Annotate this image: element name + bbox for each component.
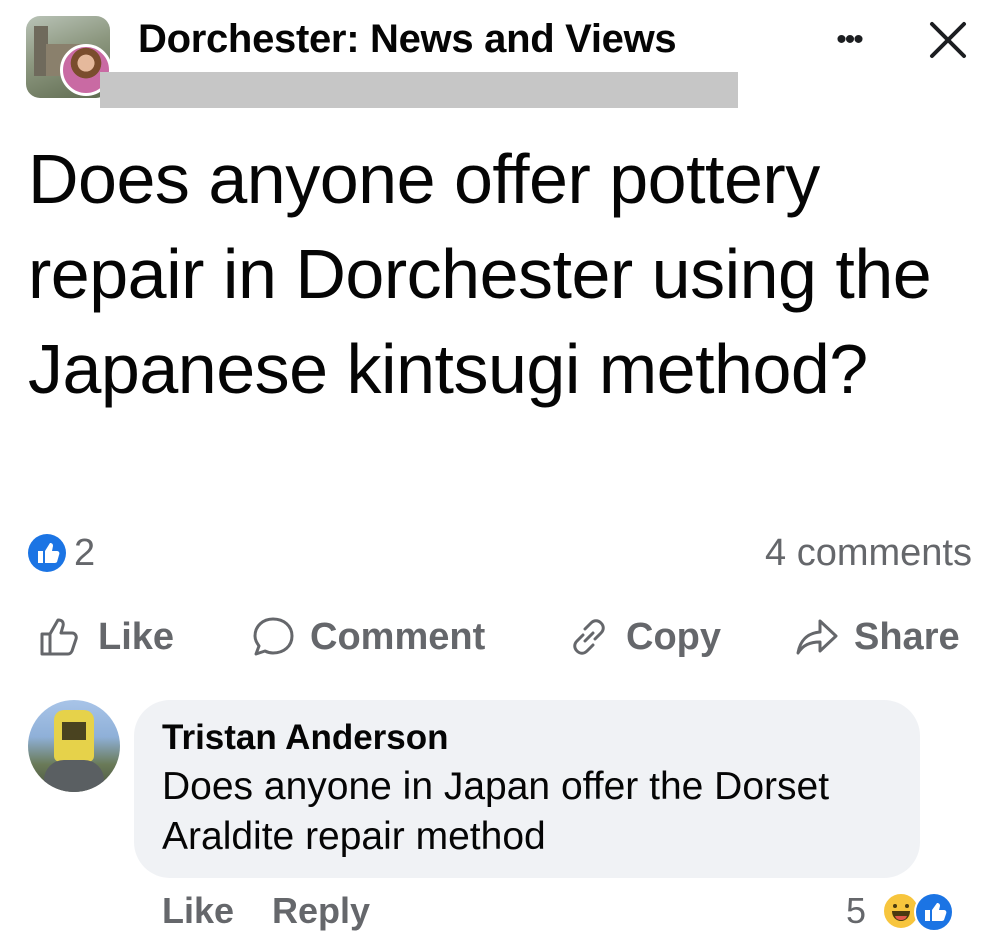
comment-like-button[interactable]: Like <box>162 888 234 934</box>
avatar-body <box>44 760 104 792</box>
thumbs-up-icon <box>40 618 78 656</box>
share-button[interactable]: Share <box>794 608 960 666</box>
close-icon[interactable] <box>924 16 972 64</box>
share-arrow-icon <box>796 619 838 655</box>
redacted-author-bar <box>100 72 738 108</box>
avatar-visor <box>62 722 86 740</box>
comment-reply-button[interactable]: Reply <box>272 888 370 934</box>
comment-button[interactable]: Comment <box>250 608 485 666</box>
reaction-count[interactable]: 2 <box>74 530 95 576</box>
comment-text: Does anyone in Japan offer the Dorset Ar… <box>162 765 830 858</box>
comment-bubble-icon <box>253 617 294 656</box>
link-icon <box>573 619 605 655</box>
comment-label: Comment <box>310 615 486 658</box>
share-label: Share <box>854 615 960 658</box>
comment-count[interactable]: 4 comments <box>765 530 972 576</box>
more-horizontal-icon[interactable]: ••• <box>826 22 872 58</box>
post-text: Does anyone offer pottery repair in Dorc… <box>28 140 932 408</box>
like-button[interactable]: Like <box>38 608 174 666</box>
like-reaction-icon[interactable] <box>28 534 66 572</box>
comment-reaction-count[interactable]: 5 <box>846 888 866 934</box>
group-name[interactable]: Dorchester: News and Views <box>138 14 677 64</box>
like-reaction-icon-small[interactable] <box>914 892 954 932</box>
commenter-avatar[interactable] <box>28 700 120 792</box>
copy-label: Copy <box>626 615 721 658</box>
copy-link-button[interactable]: Copy <box>566 608 721 666</box>
commenter-name[interactable]: Tristan Anderson <box>162 716 449 760</box>
like-label: Like <box>98 615 175 658</box>
